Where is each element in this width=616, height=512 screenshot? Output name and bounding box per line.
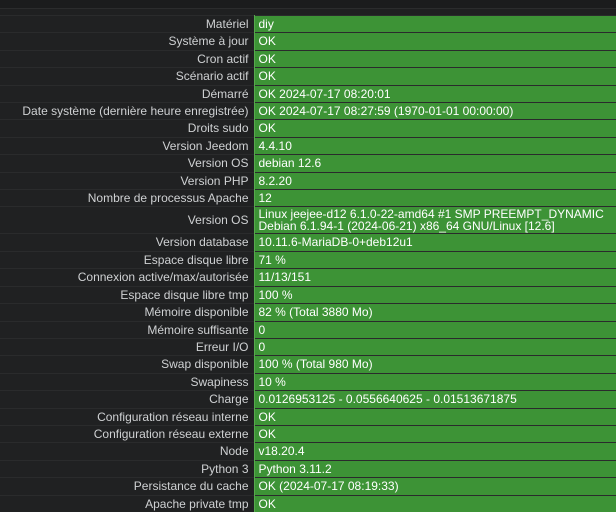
table-row: Nombre de processus Apache 12 <box>0 189 616 207</box>
table-row: Cron actif OK <box>0 50 616 68</box>
row-label: Date système (dernière heure enregistrée… <box>0 102 254 120</box>
row-label: Python 3 <box>0 460 254 478</box>
row-value: OK 2024-07-17 08:27:59 (1970-01-01 00:00… <box>253 102 616 120</box>
row-value: OK 2024-07-17 08:20:01 <box>253 85 616 103</box>
row-value: 0 <box>253 338 616 356</box>
table-row: Version OS Linux jeejee-d12 6.1.0-22-amd6… <box>0 206 616 234</box>
row-value: debian 12.6 <box>253 154 616 173</box>
row-value: 100 % (Total 980 Mo) <box>253 355 616 374</box>
row-label: Espace disque libre tmp <box>0 286 254 304</box>
row-label: Matériel <box>0 15 254 33</box>
row-value: Python 3.11.2 <box>253 460 616 478</box>
table-row: Configuration réseau externe OK <box>0 425 616 443</box>
row-label: Nombre de processus Apache <box>0 189 254 207</box>
health-page: Matériel diy Système à jour OK Cron actif O… <box>0 0 616 512</box>
row-value: OK <box>253 50 616 68</box>
row-value: OK (2024-07-17 08:19:33) <box>253 477 616 496</box>
row-value: 0 <box>253 321 616 339</box>
table-row: Système à jour OK <box>0 32 616 51</box>
row-value: v18.20.4 <box>253 442 616 461</box>
table-row: Charge 0.0126953125 - 0.0556640625 - 0.01… <box>0 390 616 409</box>
table-row: Mémoire suffisante 0 <box>0 321 616 339</box>
row-label: Démarré <box>0 85 254 103</box>
row-label: Espace disque libre <box>0 251 254 269</box>
table-row: Scénario actif OK <box>0 67 616 86</box>
row-label: Swapiness <box>0 373 254 391</box>
row-label: Mémoire disponible <box>0 303 254 321</box>
table-row: Python 3 Python 3.11.2 <box>0 460 616 478</box>
row-value: 12 <box>253 189 616 207</box>
row-value: 82 % (Total 3880 Mo) <box>253 303 616 321</box>
table-row: Swap disponible 100 % (Total 980 Mo) <box>0 355 616 374</box>
row-label: Swap disponible <box>0 355 254 374</box>
row-label: Cron actif <box>0 50 254 68</box>
row-value: 11/13/151 <box>253 268 616 287</box>
row-label: Version database <box>0 233 254 252</box>
row-value: 100 % <box>253 286 616 304</box>
row-value: 10.11.6-MariaDB-0+deb12u1 <box>253 233 616 252</box>
top-bar <box>0 0 616 9</box>
row-value: 0.0126953125 - 0.0556640625 - 0.01513671… <box>253 390 616 409</box>
table-row: Version OS debian 12.6 <box>0 154 616 173</box>
row-label: Version OS <box>0 206 254 234</box>
table-row: Espace disque libre tmp 100 % <box>0 286 616 304</box>
row-label: Scénario actif <box>0 67 254 86</box>
row-value: OK <box>253 119 616 138</box>
table-row: Connexion active/max/autorisée 11/13/151 <box>0 268 616 287</box>
table-row: Espace disque libre 71 % <box>0 251 616 269</box>
row-label: Configuration réseau externe <box>0 425 254 443</box>
row-label: Droits sudo <box>0 119 254 138</box>
row-label: Charge <box>0 390 254 409</box>
table-row: Apache private tmp OK <box>0 495 616 512</box>
table-row: Matériel diy <box>0 15 616 33</box>
row-label: Configuration réseau interne <box>0 408 254 426</box>
table-row: Version Jeedom 4.4.10 <box>0 137 616 155</box>
row-value: OK <box>253 495 616 512</box>
row-label: Système à jour <box>0 32 254 51</box>
row-value: OK <box>253 67 616 86</box>
table-row: Configuration réseau interne OK <box>0 408 616 426</box>
table-row: Node v18.20.4 <box>0 442 616 461</box>
table-row: Version PHP 8.2.20 <box>0 172 616 190</box>
row-value: diy <box>253 15 616 33</box>
row-label: Node <box>0 442 254 461</box>
row-label: Version PHP <box>0 172 254 190</box>
table-row: Droits sudo OK <box>0 119 616 138</box>
table-row: Date système (dernière heure enregistrée… <box>0 102 616 120</box>
row-label: Erreur I/O <box>0 338 254 356</box>
row-value: 8.2.20 <box>253 172 616 190</box>
row-value: OK <box>253 32 616 51</box>
row-label: Version Jeedom <box>0 137 254 155</box>
table-row: Mémoire disponible 82 % (Total 3880 Mo) <box>0 303 616 321</box>
row-value: 71 % <box>253 251 616 269</box>
table-row: Persistance du cache OK (2024-07-17 08:19… <box>0 477 616 496</box>
table-row: Démarré OK 2024-07-17 08:20:01 <box>0 85 616 103</box>
row-value: OK <box>253 425 616 443</box>
health-table: Matériel diy Système à jour OK Cron actif O… <box>0 15 616 512</box>
table-row: Swapiness 10 % <box>0 373 616 391</box>
row-label: Connexion active/max/autorisée <box>0 268 254 287</box>
row-label: Version OS <box>0 154 254 173</box>
row-value: Linux jeejee-d12 6.1.0-22-amd64 #1 SMP P… <box>253 206 616 234</box>
table-row: Version database 10.11.6-MariaDB-0+deb12u… <box>0 233 616 252</box>
row-value-text: Linux jeejee-d12 6.1.0-22-amd64 #1 SMP P… <box>258 207 604 234</box>
row-value: 10 % <box>253 373 616 391</box>
table-row: Erreur I/O 0 <box>0 338 616 356</box>
health-table-body: Matériel diy Système à jour OK Cron actif O… <box>0 15 616 512</box>
row-label: Apache private tmp <box>0 495 254 512</box>
row-label: Mémoire suffisante <box>0 321 254 339</box>
row-label: Persistance du cache <box>0 477 254 496</box>
row-value: 4.4.10 <box>253 137 616 155</box>
row-value: OK <box>253 408 616 426</box>
